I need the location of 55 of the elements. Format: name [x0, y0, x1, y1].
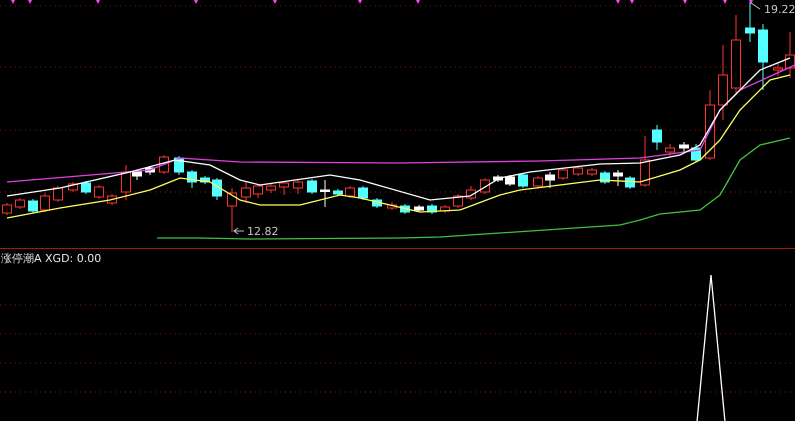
- candlestick: [453, 194, 463, 208]
- candlestick: [40, 192, 50, 212]
- candlestick: [691, 144, 701, 162]
- candlestick: [94, 184, 104, 200]
- candlestick: [493, 174, 503, 182]
- candlestick: [320, 180, 330, 208]
- candlestick: [600, 170, 610, 184]
- candlestick: [227, 188, 237, 232]
- candlestick: [307, 178, 317, 194]
- candlestick: [573, 166, 583, 176]
- candlestick: [518, 172, 528, 188]
- candlestick: [345, 186, 355, 198]
- candlestick: [372, 198, 382, 208]
- candlestick: [387, 202, 397, 210]
- candlestick: [200, 176, 210, 184]
- candlestick: [558, 168, 568, 180]
- high-price-label: 19.22: [764, 3, 795, 16]
- candlestick: [640, 136, 650, 188]
- low-price-label: 12.82: [247, 225, 278, 238]
- candlestick: [145, 166, 155, 176]
- candlestick: [414, 204, 424, 212]
- candlestick: [53, 186, 63, 202]
- candlestick: [279, 180, 289, 196]
- candlestick: [613, 170, 623, 186]
- candlestick: [587, 168, 597, 176]
- candlestick: [28, 198, 38, 214]
- candlestick: [679, 142, 689, 152]
- candlestick: [400, 204, 410, 214]
- candlestick: [773, 62, 783, 76]
- candlestick: [81, 180, 91, 194]
- candlestick: [68, 182, 78, 192]
- candlestick: [358, 186, 368, 200]
- candlestick: [293, 180, 303, 194]
- candlestick: [545, 172, 555, 188]
- candlestick: [705, 90, 715, 160]
- candlestick: [652, 124, 662, 150]
- candlestick: [440, 204, 450, 214]
- candlestick: [745, 2, 755, 42]
- candlestick: [333, 188, 343, 196]
- candlestick: [533, 176, 543, 188]
- candlestick: [758, 24, 768, 90]
- leader-line: [750, 2, 760, 10]
- candlestick: [241, 180, 251, 204]
- indicator-title: 涨停潮A XGD: 0.00: [0, 251, 102, 265]
- candlestick: [253, 184, 263, 198]
- candlestick: [15, 198, 25, 210]
- candlestick: [505, 174, 515, 186]
- candlestick: [466, 186, 476, 200]
- leader-line: [234, 230, 244, 232]
- candlestick: [427, 204, 437, 214]
- candlestick: [107, 194, 117, 206]
- candlestick: [187, 170, 197, 188]
- candlestick: [212, 178, 222, 200]
- candlestick: [665, 144, 675, 156]
- candlestick: [266, 184, 276, 194]
